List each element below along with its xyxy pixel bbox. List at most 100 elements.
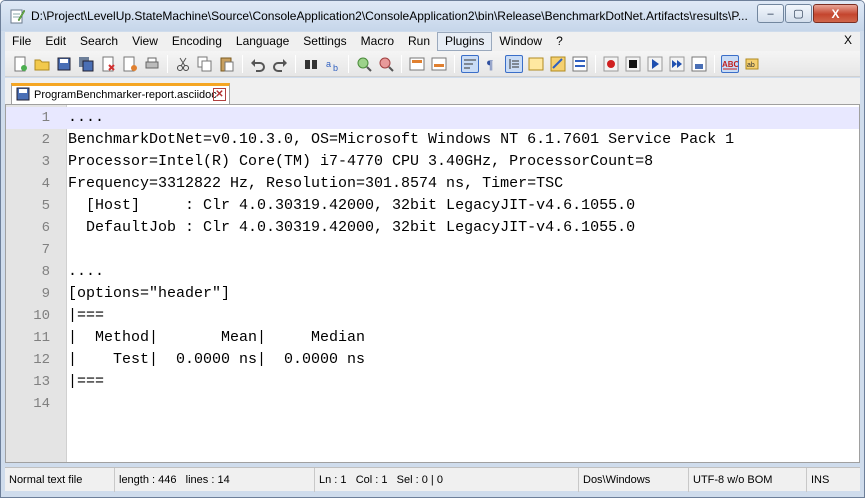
status-encoding: UTF-8 w/o BOM: [689, 468, 807, 492]
indent-guide-icon[interactable]: [505, 54, 523, 73]
text-editor[interactable]: 1.... 2 BenchmarkDotNet=v0.10.3.0, OS=Micr…: [5, 104, 860, 463]
cut-icon[interactable]: [174, 55, 192, 73]
replace-icon[interactable]: ab: [324, 55, 342, 73]
play-macro-icon[interactable]: [646, 55, 664, 73]
minimize-button[interactable]: ‒: [757, 4, 784, 23]
sync-vertical-icon[interactable]: [408, 55, 426, 73]
menu-file[interactable]: File: [5, 32, 38, 51]
status-bar: Normal text file length : 446 lines : 14…: [5, 467, 860, 492]
line-number: 7: [41, 242, 50, 258]
menu-encoding[interactable]: Encoding: [165, 32, 229, 51]
new-file-icon[interactable]: [11, 55, 29, 73]
zoom-out-icon[interactable]: [377, 55, 395, 73]
close-icon[interactable]: [99, 55, 117, 73]
close-all-icon[interactable]: [121, 55, 139, 73]
zoom-in-icon[interactable]: [355, 55, 373, 73]
menu-plugins[interactable]: Plugins: [437, 32, 493, 51]
editor-line[interactable]: 7: [6, 239, 859, 261]
editor-line[interactable]: 10 |===: [6, 305, 859, 327]
status-eol: Dos\Windows: [579, 468, 689, 492]
menu-search[interactable]: Search: [73, 32, 125, 51]
line-number: 1: [41, 110, 50, 126]
editor-line[interactable]: 5 [Host] : Clr 4.0.30319.42000, 32bit Le…: [6, 195, 859, 217]
open-file-icon[interactable]: [33, 55, 51, 73]
print-icon[interactable]: [143, 55, 161, 73]
tab-close-button[interactable]: ✕: [213, 88, 226, 101]
doc-map-icon[interactable]: [549, 55, 567, 73]
notepad-app-icon: [9, 8, 26, 24]
tab-programbenchmarker-report[interactable]: ProgramBenchmarker-report.asciidoc ✕: [11, 83, 230, 104]
svg-text:a: a: [326, 59, 331, 69]
menu-run[interactable]: Run: [401, 32, 437, 51]
editor-line[interactable]: 4 Frequency=3312822 Hz, Resolution=301.85…: [6, 173, 859, 195]
svg-text:ABC: ABC: [722, 60, 738, 69]
line-number: 5: [41, 198, 50, 214]
function-list-icon[interactable]: [571, 55, 589, 73]
editor-line[interactable]: 8....: [6, 261, 859, 283]
menu-language[interactable]: Language: [229, 32, 296, 51]
line-text: [options="header"]: [68, 285, 231, 302]
editor-line[interactable]: 13 |===: [6, 371, 859, 393]
menu-macro[interactable]: Macro: [354, 32, 401, 51]
sync-horizontal-icon[interactable]: [430, 55, 448, 73]
status-ln: Ln : 1: [319, 474, 347, 486]
word-wrap-icon[interactable]: [461, 54, 479, 73]
editor-line[interactable]: 12 | Test| 0.0000 ns| 0.0000 ns: [6, 349, 859, 371]
record-macro-icon[interactable]: [602, 55, 620, 73]
line-text: DefaultJob : Clr 4.0.30319.42000, 32bit …: [68, 219, 636, 236]
paste-icon[interactable]: [218, 55, 236, 73]
spell-next-icon[interactable]: ab: [743, 55, 761, 73]
line-number: 8: [41, 264, 50, 280]
title-bar[interactable]: D:\Project\LevelUp.StateMachine\Source\C…: [1, 1, 864, 31]
close-icon: X: [831, 6, 840, 21]
menu-settings[interactable]: Settings: [296, 32, 353, 51]
copy-icon[interactable]: [196, 55, 214, 73]
spell-check-icon[interactable]: ABC: [721, 54, 739, 73]
editor-line[interactable]: 14: [6, 393, 859, 415]
editor-line[interactable]: 6 DefaultJob : Clr 4.0.30319.42000, 32bi…: [6, 217, 859, 239]
line-text: BenchmarkDotNet=v0.10.3.0, OS=Microsoft …: [68, 131, 735, 148]
undo-icon[interactable]: [249, 55, 267, 73]
status-length: length : 446: [119, 474, 177, 486]
close-document-button[interactable]: X: [844, 33, 852, 47]
menu-edit[interactable]: Edit: [38, 32, 73, 51]
close-window-button[interactable]: X: [813, 4, 858, 23]
menu-bar: File Edit Search View Encoding Language …: [5, 32, 860, 51]
menu-window[interactable]: Window: [492, 32, 549, 51]
editor-line[interactable]: 9 [options="header"]: [6, 283, 859, 305]
line-number: 11: [33, 330, 50, 346]
line-number: 13: [33, 374, 50, 390]
redo-icon[interactable]: [271, 55, 289, 73]
line-number: 9: [41, 286, 50, 302]
editor-line[interactable]: 2 BenchmarkDotNet=v0.10.3.0, OS=Microsoft…: [6, 129, 859, 151]
line-text: ....: [68, 263, 105, 280]
line-text: |===: [68, 307, 105, 324]
find-icon[interactable]: [302, 55, 320, 73]
show-all-chars-icon[interactable]: ¶: [483, 55, 501, 73]
line-text: |===: [68, 373, 105, 390]
status-position: Ln : 1 Col : 1 Sel : 0 | 0: [315, 468, 579, 492]
run-macro-multiple-icon[interactable]: [668, 55, 686, 73]
toolbar: ab ¶ ABC ab: [5, 51, 860, 77]
line-number: 4: [41, 176, 50, 192]
menu-view[interactable]: View: [125, 32, 165, 51]
editor-line[interactable]: 11 | Method| Mean| Median: [6, 327, 859, 349]
saved-file-icon: [16, 87, 30, 104]
user-lang-icon[interactable]: [527, 55, 545, 73]
menu-help[interactable]: ?: [549, 32, 570, 51]
save-icon[interactable]: [55, 55, 73, 73]
stop-record-icon[interactable]: [624, 55, 642, 73]
line-text: Frequency=3312822 Hz, Resolution=301.857…: [68, 175, 564, 192]
notepad-window: D:\Project\LevelUp.StateMachine\Source\C…: [0, 0, 865, 498]
maximize-button[interactable]: ▢: [785, 4, 812, 23]
line-text: Processor=Intel(R) Core(TM) i7-4770 CPU …: [68, 153, 654, 170]
line-text: [Host] : Clr 4.0.30319.42000, 32bit Lega…: [68, 197, 636, 214]
line-number: 10: [33, 308, 50, 324]
line-number: 3: [41, 154, 50, 170]
line-number: 2: [41, 132, 50, 148]
editor-line[interactable]: 3 Processor=Intel(R) Core(TM) i7-4770 CPU…: [6, 151, 859, 173]
save-all-icon[interactable]: [77, 55, 95, 73]
tab-label: ProgramBenchmarker-report.asciidoc: [34, 89, 217, 101]
save-macro-icon[interactable]: [690, 55, 708, 73]
editor-line[interactable]: 1....: [6, 107, 859, 129]
